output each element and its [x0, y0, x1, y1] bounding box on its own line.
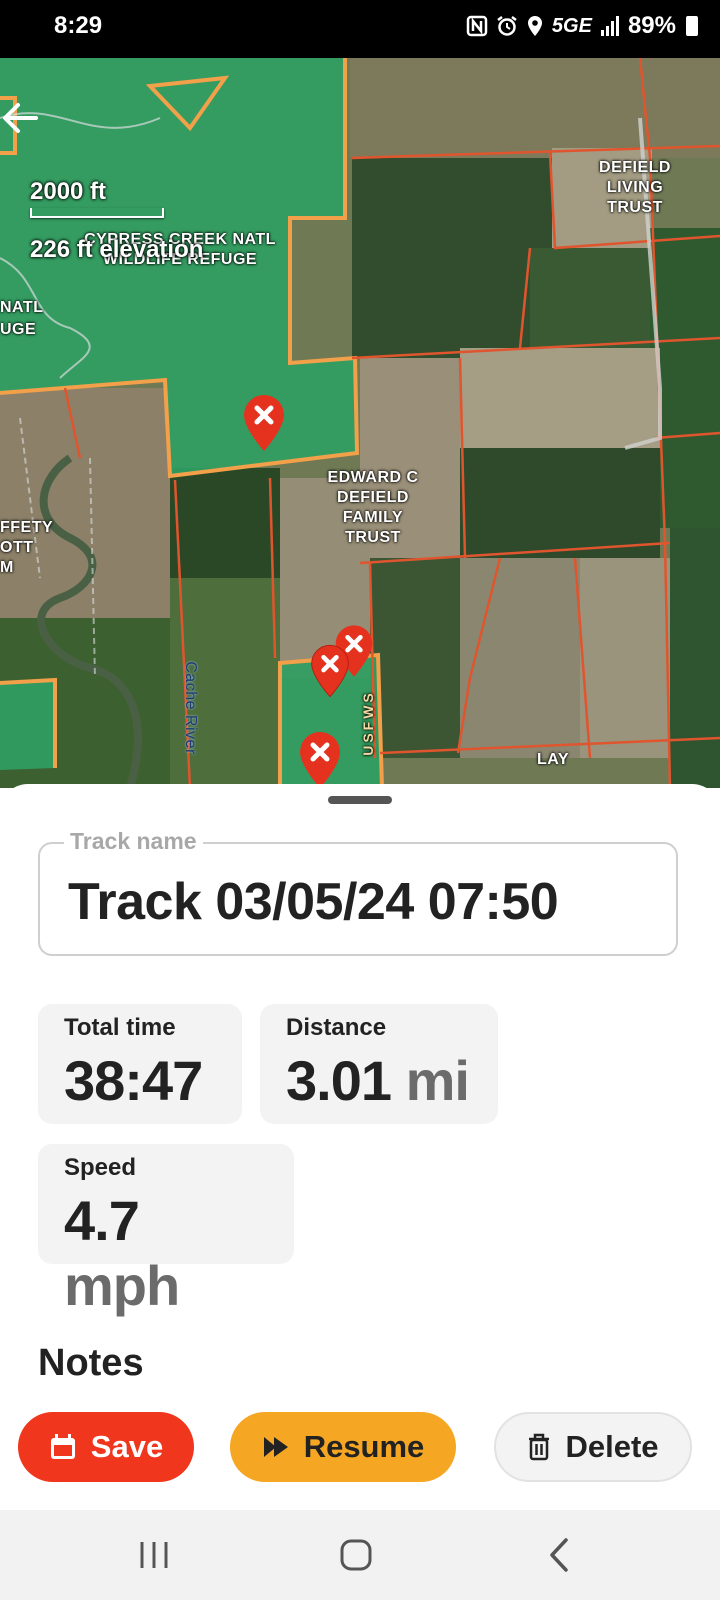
- stat-distance-unit: mi: [405, 1049, 470, 1112]
- resume-button-label: Resume: [303, 1429, 425, 1464]
- status-icons: 5GE 89%: [466, 12, 698, 40]
- notes-title: Notes: [38, 1342, 144, 1384]
- map-label-affety: FFETY: [0, 519, 54, 536]
- status-bar: 8:29 5GE 89%: [0, 0, 720, 58]
- alarm-icon: [497, 16, 517, 36]
- save-button-label: Save: [90, 1429, 164, 1464]
- back-arrow-icon[interactable]: [0, 98, 40, 138]
- resume-button[interactable]: Resume: [230, 1412, 456, 1482]
- waypoint-marker[interactable]: [240, 393, 288, 453]
- resume-icon: [263, 1437, 288, 1457]
- track-name-field[interactable]: Track name Track 03/05/24 07:50: [38, 828, 678, 956]
- map-scale-distance: 2000 ft: [30, 178, 107, 205]
- save-button[interactable]: Save: [18, 1412, 194, 1482]
- system-nav-bar: [0, 1510, 720, 1600]
- stat-speed-unit: mph: [64, 1254, 180, 1317]
- sheet-drag-handle[interactable]: [328, 796, 392, 804]
- map-elevation: 226 ft elevation: [30, 236, 204, 263]
- track-name-value[interactable]: Track 03/05/24 07:50: [68, 872, 559, 932]
- map-label-lay: LAY: [537, 751, 570, 768]
- track-details-sheet: Track name Track 03/05/24 07:50 Total ti…: [0, 784, 720, 1510]
- stat-speed: Speed 4.7 mph: [38, 1144, 294, 1317]
- battery-icon: [686, 16, 698, 36]
- stat-distance-value: 3.01 mi: [286, 1049, 470, 1112]
- stat-total-time: Total time 38:47: [38, 1004, 242, 1124]
- track-name-label: Track name: [64, 828, 203, 855]
- status-time: 8:29: [54, 12, 103, 39]
- network-type: 5GE: [551, 14, 592, 37]
- waypoint-marker[interactable]: [296, 730, 344, 788]
- stat-total-time-value: 38:47: [64, 1049, 203, 1112]
- trash-icon: [529, 1433, 550, 1461]
- delete-button[interactable]: Delete: [494, 1412, 692, 1482]
- map-label-m: M: [0, 559, 14, 576]
- signal-icon: [600, 16, 619, 36]
- calendar-icon: [50, 1434, 75, 1459]
- location-icon: [527, 16, 542, 36]
- map-view[interactable]: CYPRESS CREEK NATL WILDLIFE REFUGE NATL …: [0, 58, 720, 788]
- stat-distance: Distance 3.01 mi: [260, 1004, 498, 1124]
- waypoint-marker[interactable]: [308, 643, 352, 699]
- battery-percent: 89%: [627, 12, 676, 39]
- recents-icon[interactable]: [124, 1530, 184, 1580]
- nfc-icon: [466, 15, 488, 37]
- map-scale-bar: [30, 208, 164, 218]
- delete-button-label: Delete: [565, 1429, 659, 1464]
- stat-total-time-label: Total time: [64, 1014, 176, 1041]
- map-label-ott: OTT: [0, 539, 34, 556]
- map-label-natl: NATL: [0, 299, 44, 316]
- stat-speed-value: 4.7 mph: [64, 1189, 180, 1317]
- map-label-usfws: USFWS: [360, 690, 376, 756]
- stat-distance-label: Distance: [286, 1014, 387, 1041]
- home-icon[interactable]: [326, 1530, 386, 1580]
- map-label-defield-living: DEFIELD LIVING TRUST: [599, 159, 671, 216]
- map-label-cache-river: Cache River: [182, 661, 199, 755]
- map-label-edward-defield: EDWARD C DEFIELD FAMILY TRUST: [327, 469, 419, 546]
- back-icon[interactable]: [530, 1530, 590, 1580]
- map-label-uge: UGE: [0, 321, 37, 338]
- stat-speed-label: Speed: [64, 1154, 137, 1181]
